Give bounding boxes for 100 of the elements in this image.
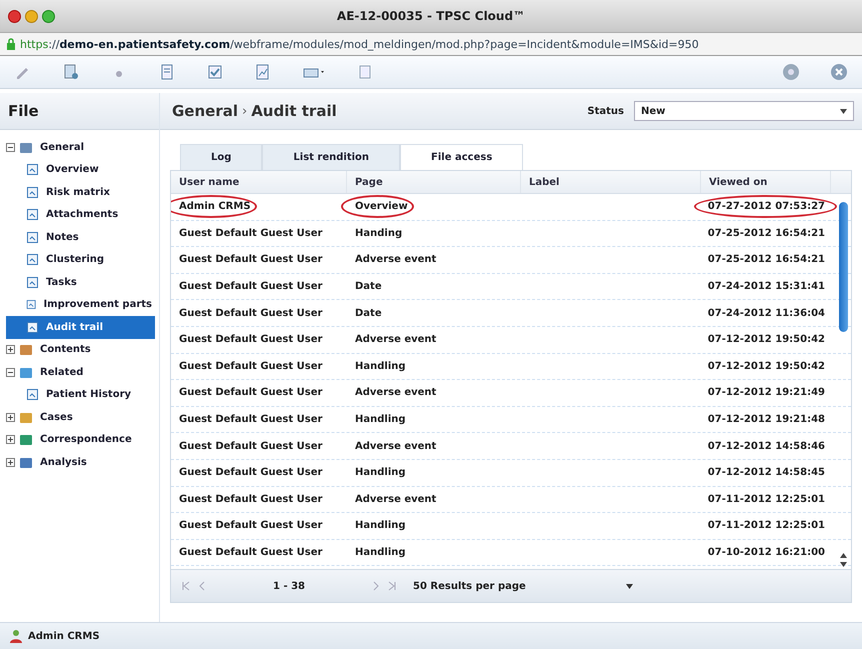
table-cell-text: 07-11-2012 12:25:01 [706, 520, 826, 532]
first-page-icon[interactable] [181, 581, 191, 591]
window-control-icon[interactable] [8, 10, 21, 22]
document-icon[interactable] [62, 63, 80, 81]
tree-item[interactable]: Clustering [43, 252, 108, 268]
table-cell-text: 07-12-2012 14:58:46 [706, 440, 826, 452]
panel-title: File [0, 93, 159, 130]
table-cell-text: 07-11-2012 12:25:01 [706, 494, 826, 505]
collapse-icon[interactable] [6, 368, 15, 377]
table-cell-text: Guest Default Guest User [178, 414, 322, 426]
folder-icon [19, 410, 33, 424]
document-icon [26, 276, 39, 289]
table-cell-text: Admin CRMS [178, 201, 251, 212]
tree-item[interactable]: Overview [43, 162, 102, 178]
column-header[interactable]: Label [521, 171, 701, 193]
table-cell-text: Adverse event [354, 440, 436, 452]
tree-item[interactable]: Correspondence [37, 432, 135, 448]
table-cell-text: Guest Default Guest User [178, 467, 322, 478]
collapse-icon[interactable] [6, 142, 15, 152]
table-cell-text: Guest Default Guest User [178, 440, 322, 452]
tree-item[interactable]: Tasks [43, 274, 80, 290]
previous-page-icon[interactable] [197, 581, 207, 591]
next-page-icon[interactable] [371, 581, 381, 591]
table-cell-text: Guest Default Guest User [178, 360, 322, 372]
column-header[interactable]: Page [347, 171, 521, 193]
column-header[interactable]: Viewed on [701, 171, 831, 193]
table-cell-text: Guest Default Guest User [178, 520, 322, 532]
scrollbar-thumb[interactable] [839, 202, 848, 332]
table-cell-text: Guest Default Guest User [178, 228, 322, 239]
table-cell-text: Handling [354, 360, 406, 372]
expand-icon[interactable] [6, 458, 15, 467]
document-icon [26, 186, 39, 199]
table-cell-text: Guest Default Guest User [178, 494, 322, 505]
document-icon [26, 298, 36, 312]
tree-item[interactable]: General [37, 140, 87, 155]
table-cell-text: Adverse event [354, 254, 436, 266]
tree-item[interactable]: Patient History [43, 387, 134, 402]
caret-icon [626, 584, 633, 588]
table-cell-text: Guest Default Guest User [178, 254, 322, 266]
table-cell-text: 07-24-2012 11:36:04 [706, 308, 826, 319]
window-control-icon[interactable] [42, 10, 55, 22]
table-cell-text: Overview [354, 201, 408, 212]
tree-item[interactable]: Attachments [43, 207, 122, 222]
expand-icon[interactable] [6, 435, 15, 444]
tree-item[interactable]: Cases [37, 410, 76, 425]
tree-item[interactable]: Audit trail [43, 320, 106, 335]
table-cell-text: Adverse event [354, 494, 436, 505]
close-icon[interactable] [830, 63, 848, 81]
tab[interactable]: Log [180, 144, 262, 170]
tree-item[interactable]: Related [37, 364, 86, 380]
last-page-icon[interactable] [387, 581, 397, 591]
table-cell-text: 07-24-2012 15:31:41 [706, 281, 826, 292]
tab[interactable]: List rendition [262, 144, 400, 170]
document-icon [26, 230, 39, 244]
caret-icon [840, 108, 847, 114]
breadcrumb-item: Audit trail [251, 102, 337, 120]
document-icon [26, 388, 39, 402]
table-cell-text: Adverse event [354, 387, 436, 398]
tree-item[interactable]: Contents [37, 342, 94, 358]
window-control-icon[interactable] [25, 10, 38, 22]
table-cell-text: Date [354, 308, 382, 319]
table-cell-text: 07-12-2012 19:50:42 [706, 334, 826, 346]
tab[interactable]: File access [400, 144, 524, 170]
page-range: 1 - 38 [273, 580, 305, 592]
checklist-icon[interactable] [206, 63, 224, 81]
page-size-dropdown[interactable]: 50 Results per page [409, 578, 637, 594]
table-cell-text: Guest Default Guest User [178, 547, 322, 558]
tree-item[interactable]: Risk matrix [43, 184, 113, 200]
status-dropdown[interactable]: New [634, 101, 854, 121]
folder-icon [19, 456, 33, 469]
table-cell-text: 07-12-2012 19:21:48 [706, 414, 826, 426]
table-cell-text: Guest Default Guest User [178, 387, 322, 398]
table-cell-text: 07-25-2012 16:54:21 [706, 228, 826, 239]
expand-icon[interactable] [6, 345, 15, 354]
column-header[interactable]: User name [171, 171, 347, 193]
tree-item[interactable]: Analysis [37, 454, 90, 470]
breadcrumb-item[interactable]: General [172, 102, 238, 120]
table-cell-text: 07-25-2012 16:54:21 [706, 254, 826, 266]
folder-icon [19, 343, 33, 356]
user-icon [10, 629, 22, 643]
folder-icon [19, 140, 33, 154]
document-icon [26, 163, 39, 176]
scroll-up-icon[interactable] [839, 551, 848, 560]
table-cell-text: 07-12-2012 14:58:45 [706, 467, 826, 478]
tree-item[interactable]: Notes [43, 230, 82, 245]
window-title: AE-12-00035 - TPSC Cloud™ [336, 9, 526, 23]
document-icon [26, 320, 39, 334]
folder-icon [19, 433, 33, 446]
table-cell-text: Handing [354, 228, 402, 239]
status-label: Status [587, 106, 624, 116]
table-cell-text: Guest Default Guest User [178, 281, 322, 292]
document-icon [26, 253, 39, 266]
document-icon [26, 208, 39, 222]
expand-icon[interactable] [6, 412, 15, 422]
breadcrumb-separator: › [242, 104, 248, 118]
table-cell-text: 07-12-2012 19:50:42 [706, 360, 826, 372]
table-cell-text: Handling [354, 520, 406, 532]
tree-item[interactable]: Improvement parts [40, 297, 155, 312]
table-cell-text: Handling [354, 414, 406, 426]
table-cell-text: Handling [354, 547, 406, 558]
